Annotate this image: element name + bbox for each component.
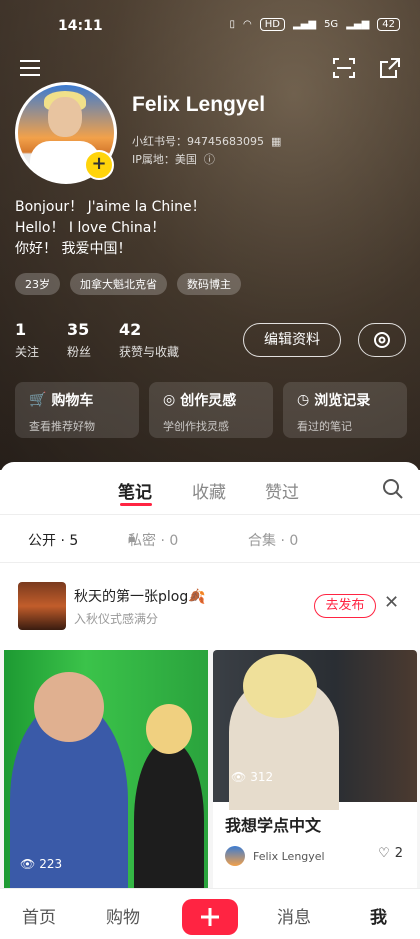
active-tab-indicator	[120, 503, 152, 506]
tag-location: 加拿大魁北克省	[70, 273, 167, 295]
stat-likes[interactable]: 42 获赞与收藏	[119, 320, 179, 360]
bio-line: Bonjour！ J'aime la Chine！	[15, 199, 206, 215]
status-time: 14:11	[58, 18, 103, 34]
signal-icon: ▂▄▆	[292, 19, 317, 30]
eye-icon: 👁︎	[231, 770, 247, 784]
shortcut-inspiration[interactable]: ◎ 创作灵感 学创作找灵感	[149, 382, 273, 438]
note-card[interactable]: 👁︎ 223	[4, 650, 208, 890]
scan-icon[interactable]	[332, 56, 358, 82]
note-title: 我想学点中文	[225, 816, 322, 835]
nav-messages[interactable]: 消息	[277, 903, 311, 928]
nav-shop[interactable]: 购物	[106, 903, 140, 928]
profile-header: 14:11 ▯ ◠ HD ▂▄▆ 5G ▂▄▆ 42 + Felix Lengy…	[0, 0, 420, 470]
search-icon[interactable]	[382, 478, 404, 504]
create-post-button[interactable]	[182, 899, 238, 935]
share-icon[interactable]	[378, 56, 404, 82]
nav-home[interactable]: 首页	[22, 903, 56, 928]
info-icon[interactable]: ⓘ	[200, 153, 215, 166]
nav-me[interactable]: 我	[370, 903, 387, 928]
profile-name: Felix Lengyel	[132, 93, 266, 116]
stat-followers[interactable]: 35 粉丝	[67, 320, 91, 360]
tag-age: 23岁	[15, 273, 60, 295]
top-toolbar	[18, 56, 403, 82]
vibrate-icon: ▯	[229, 19, 236, 30]
lightbulb-icon: ◎	[163, 392, 176, 408]
tab-collections[interactable]: 收藏	[192, 478, 226, 503]
battery-icon: 42	[377, 18, 400, 31]
content-tabs: 笔记 收藏 赞过	[0, 478, 420, 508]
draft-title: 秋天的第一张plog🍂	[74, 589, 206, 605]
close-icon[interactable]: ✕	[384, 592, 399, 613]
network-badge: HD	[259, 18, 285, 31]
heart-icon: ♡	[378, 846, 390, 861]
note-author[interactable]: Felix Lengyel	[225, 846, 325, 866]
bio-line: 你好！ 我爱中国！	[15, 241, 132, 257]
bottom-nav: 首页 购物 消息 我	[0, 888, 420, 936]
shortcut-history[interactable]: ◷ 浏览记录 看过的笔记	[283, 382, 407, 438]
settings-button[interactable]	[358, 323, 406, 357]
edit-profile-button[interactable]: 编辑资料	[243, 323, 341, 357]
gear-icon	[374, 332, 390, 348]
stat-following[interactable]: 1 关注	[15, 320, 39, 360]
redbook-id: 小红书号：94745683095 ▦	[132, 135, 282, 148]
draft-banner[interactable]: 秋天的第一张plog🍂 入秋仪式感满分 去发布 ✕	[18, 582, 408, 630]
bio-line: Hello！ I love China！	[15, 220, 166, 236]
add-avatar-icon[interactable]: +	[84, 150, 114, 180]
status-bar: 14:11 ▯ ◠ HD ▂▄▆ 5G ▂▄▆ 42	[0, 12, 420, 40]
author-avatar	[225, 846, 245, 866]
ip-location: IP属地：美国 ⓘ	[132, 153, 215, 166]
menu-icon[interactable]	[18, 56, 44, 82]
draft-subtitle: 入秋仪式感满分	[74, 612, 159, 626]
content-panel: 笔记 收藏 赞过 公开 · 5 🔒︎ 私密 · 0 合集 · 0 秋天的第一张pl…	[0, 462, 420, 935]
plus-icon	[201, 908, 219, 926]
filter-collection[interactable]: 合集 · 0	[248, 530, 298, 550]
eye-icon: 👁︎	[20, 857, 36, 871]
signal-label: 5G	[324, 19, 339, 30]
like-button[interactable]: ♡ 2	[378, 846, 403, 861]
tag-category: 数码博主	[177, 273, 241, 295]
profile-bio: Bonjour！ J'aime la Chine！ Hello！ I love …	[15, 197, 206, 260]
signal-icon: ▂▄▆	[346, 19, 370, 30]
shortcut-cards: 🛒 购物车 查看推荐好物 ◎ 创作灵感 学创作找灵感 ◷ 浏览记录 看过的笔记	[15, 382, 407, 438]
wifi-icon: ◠	[243, 19, 252, 30]
clock-icon: ◷	[297, 392, 310, 408]
publish-button[interactable]: 去发布	[314, 594, 376, 618]
tab-liked[interactable]: 赞过	[265, 478, 299, 503]
tab-notes[interactable]: 笔记	[118, 478, 152, 503]
view-count: 👁︎ 312	[231, 770, 274, 784]
cart-icon: 🛒	[29, 392, 47, 408]
profile-stats: 1 关注 35 粉丝 42 获赞与收藏	[15, 320, 179, 360]
profile-tags: 23岁 加拿大魁北克省 数码博主	[15, 273, 241, 295]
shortcut-cart[interactable]: 🛒 购物车 查看推荐好物	[15, 382, 139, 438]
qr-code-icon[interactable]: ▦	[267, 135, 281, 148]
filter-public[interactable]: 公开 · 5	[28, 530, 78, 550]
status-icons: ▯ ◠ HD ▂▄▆ 5G ▂▄▆ 42	[229, 18, 400, 31]
view-count: 👁︎ 223	[20, 857, 63, 871]
draft-thumbnail	[18, 582, 66, 630]
